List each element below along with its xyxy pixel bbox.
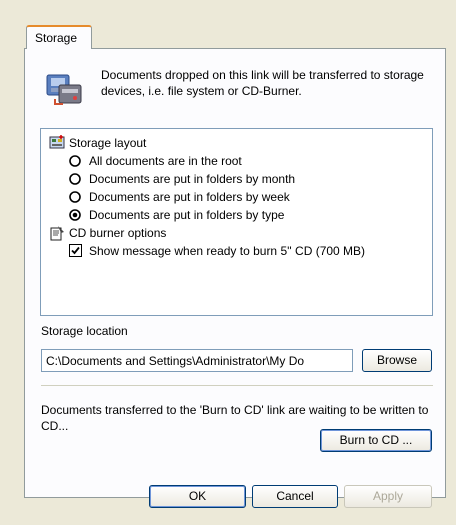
ok-button[interactable]: OK xyxy=(149,485,246,508)
radio-unselected-icon xyxy=(69,173,81,185)
storage-layout-label: Storage layout xyxy=(69,136,147,150)
radio-label: Documents are put in folders by type xyxy=(89,208,285,222)
storage-layout-icon xyxy=(49,135,65,149)
tab-storage[interactable]: Storage xyxy=(26,25,92,49)
browse-button[interactable]: Browse xyxy=(362,349,432,372)
separator xyxy=(41,385,433,386)
description-text: Documents dropped on this link will be t… xyxy=(101,68,424,98)
storage-devices-icon xyxy=(46,74,82,105)
checkbox-label: Show message when ready to burn 5'' CD (… xyxy=(89,244,366,258)
cd-burner-label: CD burner options xyxy=(69,226,167,240)
apply-button: Apply xyxy=(344,485,432,508)
radio-unselected-icon xyxy=(69,191,81,203)
radio-selected-icon xyxy=(69,209,81,221)
burn-to-cd-button[interactable]: Burn to CD ... xyxy=(320,429,432,452)
radio-label: Documents are put in folders by week xyxy=(89,190,290,204)
cancel-button[interactable]: Cancel xyxy=(252,485,338,508)
radio-label: All documents are in the root xyxy=(89,154,242,168)
radio-label: Documents are put in folders by month xyxy=(89,172,296,186)
checkbox-checked-icon xyxy=(69,244,82,257)
storage-location-input[interactable] xyxy=(41,349,353,372)
radio-unselected-icon xyxy=(69,155,81,167)
storage-panel: Documents dropped on this link will be t… xyxy=(24,48,446,498)
cd-burner-options-icon xyxy=(50,226,64,241)
storage-location-label: Storage location xyxy=(41,324,128,338)
tab-storage-label: Storage xyxy=(35,31,78,45)
storage-options-tree[interactable]: Storage layout All documents are in the … xyxy=(40,128,433,316)
